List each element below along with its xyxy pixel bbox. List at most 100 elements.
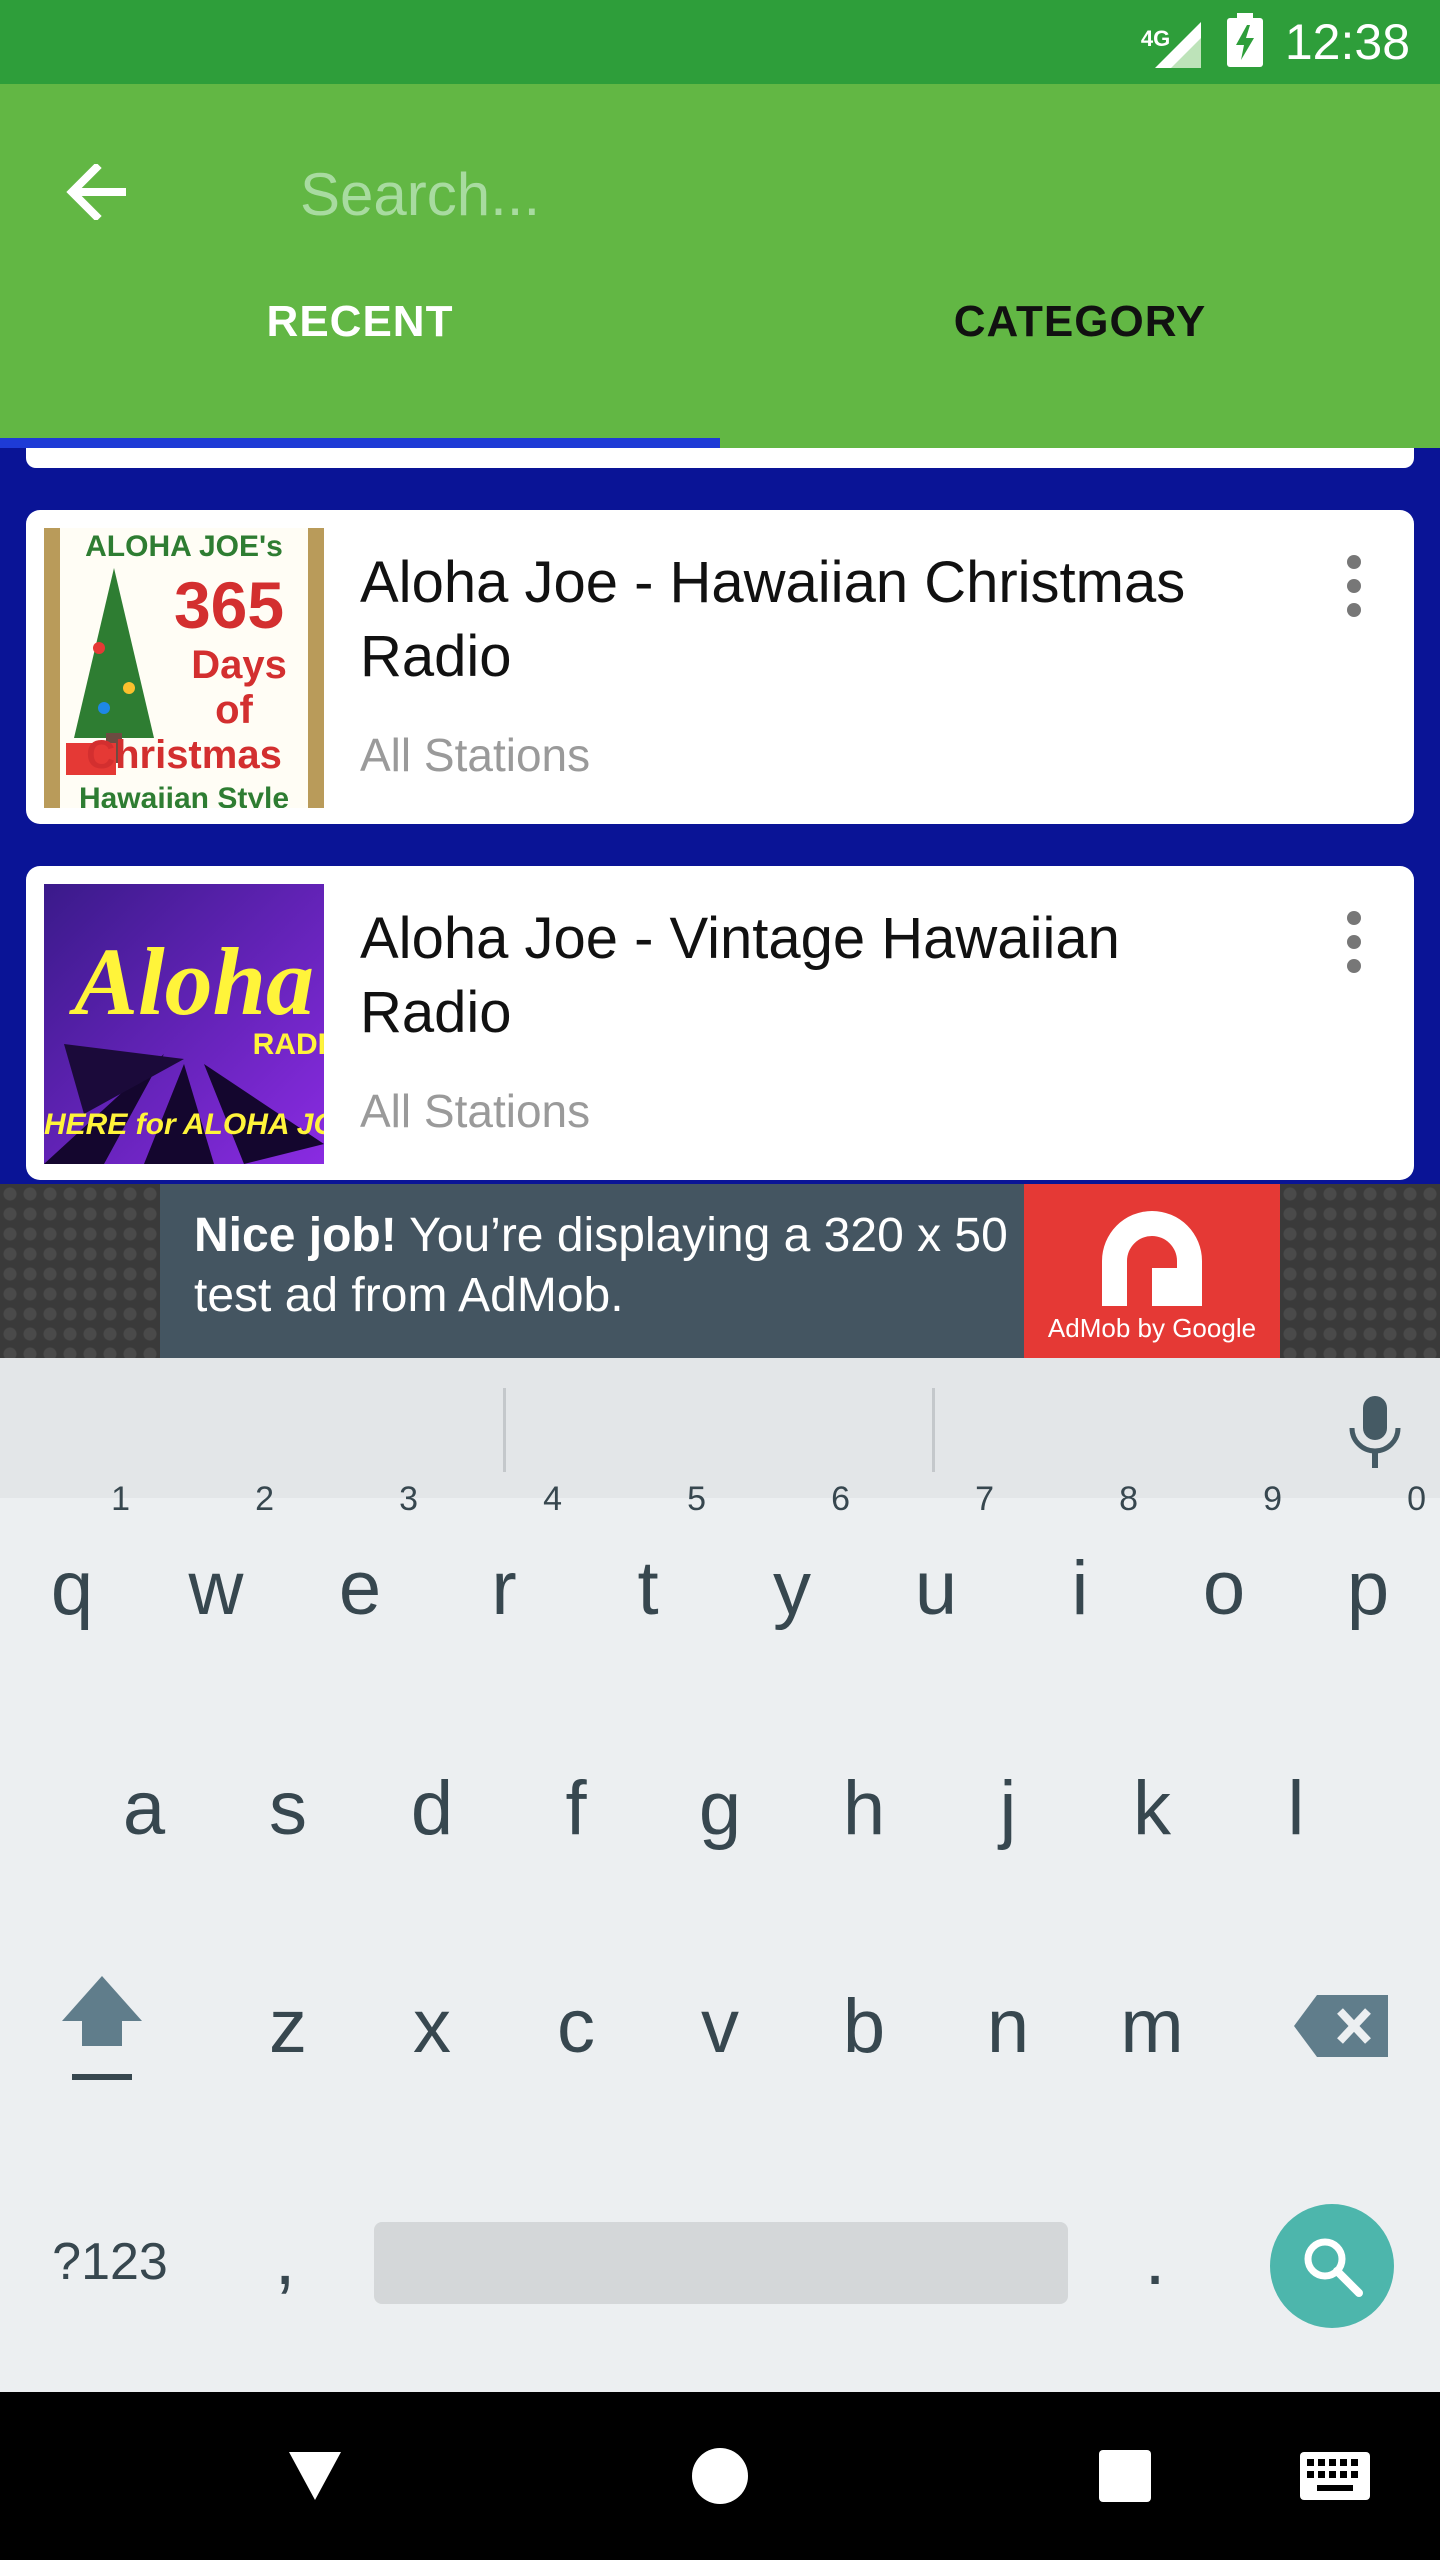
key-label: p — [1346, 1545, 1390, 1631]
key-label: o — [1202, 1545, 1246, 1631]
suggestion-strip — [0, 1358, 1440, 1498]
home-nav-button[interactable] — [675, 2392, 765, 2560]
back-triangle-icon — [289, 2452, 341, 2500]
key-v[interactable]: v — [648, 1926, 792, 2126]
clock: 12:38 — [1284, 14, 1410, 70]
battery-charging-icon — [1226, 13, 1263, 71]
key-label: i — [1071, 1545, 1089, 1631]
key-e[interactable]: e3 — [288, 1480, 432, 1688]
status-bar: 4G 12:38 — [0, 0, 1440, 84]
station-title: Aloha Joe - Vintage Hawaiian Radio — [360, 906, 1120, 1045]
key-m[interactable]: m — [1080, 1926, 1224, 2126]
key-q[interactable]: q1 — [0, 1480, 144, 1688]
key-y[interactable]: y6 — [720, 1480, 864, 1688]
key-d[interactable]: d — [360, 1708, 504, 1908]
keyboard-icon — [1300, 2452, 1370, 2500]
key-u[interactable]: u7 — [864, 1480, 1008, 1688]
key-hint: 8 — [1119, 1480, 1138, 1518]
key-label: w — [188, 1545, 244, 1631]
search-icon — [1304, 2238, 1363, 2297]
more-options-icon[interactable] — [1324, 546, 1384, 626]
station-thumbnail: Aloha RADI HERE for ALOHA JOE R — [44, 884, 324, 1164]
key-z[interactable]: z — [216, 1926, 360, 2126]
key-f[interactable]: f — [504, 1708, 648, 1908]
shift-icon — [62, 1976, 142, 2080]
tab-indicator — [0, 438, 720, 448]
ad-container: Nice job! You’re displaying a 320 x 50 t… — [0, 1184, 1440, 1358]
search-key[interactable] — [1270, 2204, 1394, 2328]
key-o[interactable]: o9 — [1152, 1480, 1296, 1688]
thumb-text-3: HERE for ALOHA JOE R — [44, 1108, 324, 1141]
station-list-item[interactable]: ALOHA JOE's 365 Days of Christmas Hawaii… — [26, 510, 1414, 824]
ad-text-bold: Nice job! — [194, 1209, 397, 1262]
recents-nav-button[interactable] — [1080, 2392, 1170, 2560]
key-hint: 1 — [111, 1480, 130, 1518]
key-i[interactable]: i8 — [1008, 1480, 1152, 1688]
key-p[interactable]: p0 — [1296, 1480, 1440, 1688]
thumb-text-1: Aloha — [69, 928, 314, 1035]
key-s[interactable]: s — [216, 1708, 360, 1908]
key-label: q — [50, 1545, 94, 1631]
key-label: u — [914, 1545, 958, 1631]
ad-text: Nice job! You’re displaying a 320 x 50 t… — [194, 1206, 1014, 1326]
thumb-text-3: Days — [191, 643, 287, 687]
search-input[interactable] — [300, 144, 1300, 244]
key-x[interactable]: x — [360, 1926, 504, 2126]
station-title: Aloha Joe - Hawaiian Christmas Radio — [360, 550, 1186, 689]
back-nav-button[interactable] — [270, 2392, 360, 2560]
station-list-item[interactable]: Aloha RADI HERE for ALOHA JOE R Aloha Jo… — [26, 866, 1414, 1180]
microphone-icon[interactable] — [1340, 1394, 1410, 1470]
suggestion-divider — [503, 1388, 506, 1472]
thumb-text-2: 365 — [174, 568, 284, 642]
key-k[interactable]: k — [1080, 1708, 1224, 1908]
tab-category[interactable]: CATEGORY — [720, 280, 1440, 364]
app-toolbar — [0, 84, 1440, 448]
key-r[interactable]: r4 — [432, 1480, 576, 1688]
keyboard-switch-button[interactable] — [1290, 2392, 1380, 2560]
key-n[interactable]: n — [936, 1926, 1080, 2126]
admob-logo: AdMob by Google — [1024, 1184, 1280, 1358]
key-label: r — [491, 1545, 517, 1631]
thumb-text-6: Hawaiian Style — [79, 782, 289, 808]
key-t[interactable]: t5 — [576, 1480, 720, 1688]
comma-key[interactable]: , — [230, 2188, 340, 2328]
back-button[interactable] — [50, 144, 146, 240]
shift-key[interactable] — [30, 1926, 174, 2126]
key-j[interactable]: j — [936, 1708, 1080, 1908]
list-item-partial — [26, 448, 1414, 468]
backspace-key[interactable] — [1270, 1926, 1414, 2126]
key-hint: 0 — [1407, 1480, 1426, 1518]
key-a[interactable]: a — [72, 1708, 216, 1908]
key-h[interactable]: h — [792, 1708, 936, 1908]
system-nav-bar — [0, 2392, 1440, 2560]
thumb-text-4: of — [215, 688, 253, 732]
symbols-key[interactable]: ?123 — [20, 2202, 200, 2322]
thumb-text-1: ALOHA JOE's — [85, 530, 283, 563]
key-hint: 3 — [399, 1480, 418, 1518]
key-hint: 9 — [1263, 1480, 1282, 1518]
key-w[interactable]: w2 — [144, 1480, 288, 1688]
key-hint: 4 — [543, 1480, 562, 1518]
ad-banner[interactable]: Nice job! You’re displaying a 320 x 50 t… — [160, 1184, 1280, 1358]
station-list[interactable]: ALOHA JOE's 365 Days of Christmas Hawaii… — [0, 448, 1440, 1184]
thumb-text-5: Christmas — [86, 733, 282, 777]
admob-logo-text: AdMob by Google — [1047, 1313, 1257, 1343]
key-c[interactable]: c — [504, 1926, 648, 2126]
station-category: All Stations — [360, 729, 591, 781]
key-hint: 6 — [831, 1480, 850, 1518]
home-circle-icon — [692, 2448, 748, 2504]
key-g[interactable]: g — [648, 1708, 792, 1908]
tab-recent[interactable]: RECENT — [0, 280, 720, 364]
key-l[interactable]: l — [1224, 1708, 1368, 1908]
spacebar[interactable] — [374, 2222, 1068, 2304]
key-hint: 5 — [687, 1480, 706, 1518]
more-options-icon[interactable] — [1324, 902, 1384, 982]
key-b[interactable]: b — [792, 1926, 936, 2126]
thumb-text-2: RADI — [253, 1028, 324, 1061]
station-thumbnail: ALOHA JOE's 365 Days of Christmas Hawaii… — [44, 528, 324, 808]
period-key[interactable]: . — [1100, 2188, 1210, 2328]
key-hint: 2 — [255, 1480, 274, 1518]
key-label: t — [637, 1545, 659, 1631]
station-category: All Stations — [360, 1085, 591, 1137]
recents-square-icon — [1099, 2450, 1151, 2502]
